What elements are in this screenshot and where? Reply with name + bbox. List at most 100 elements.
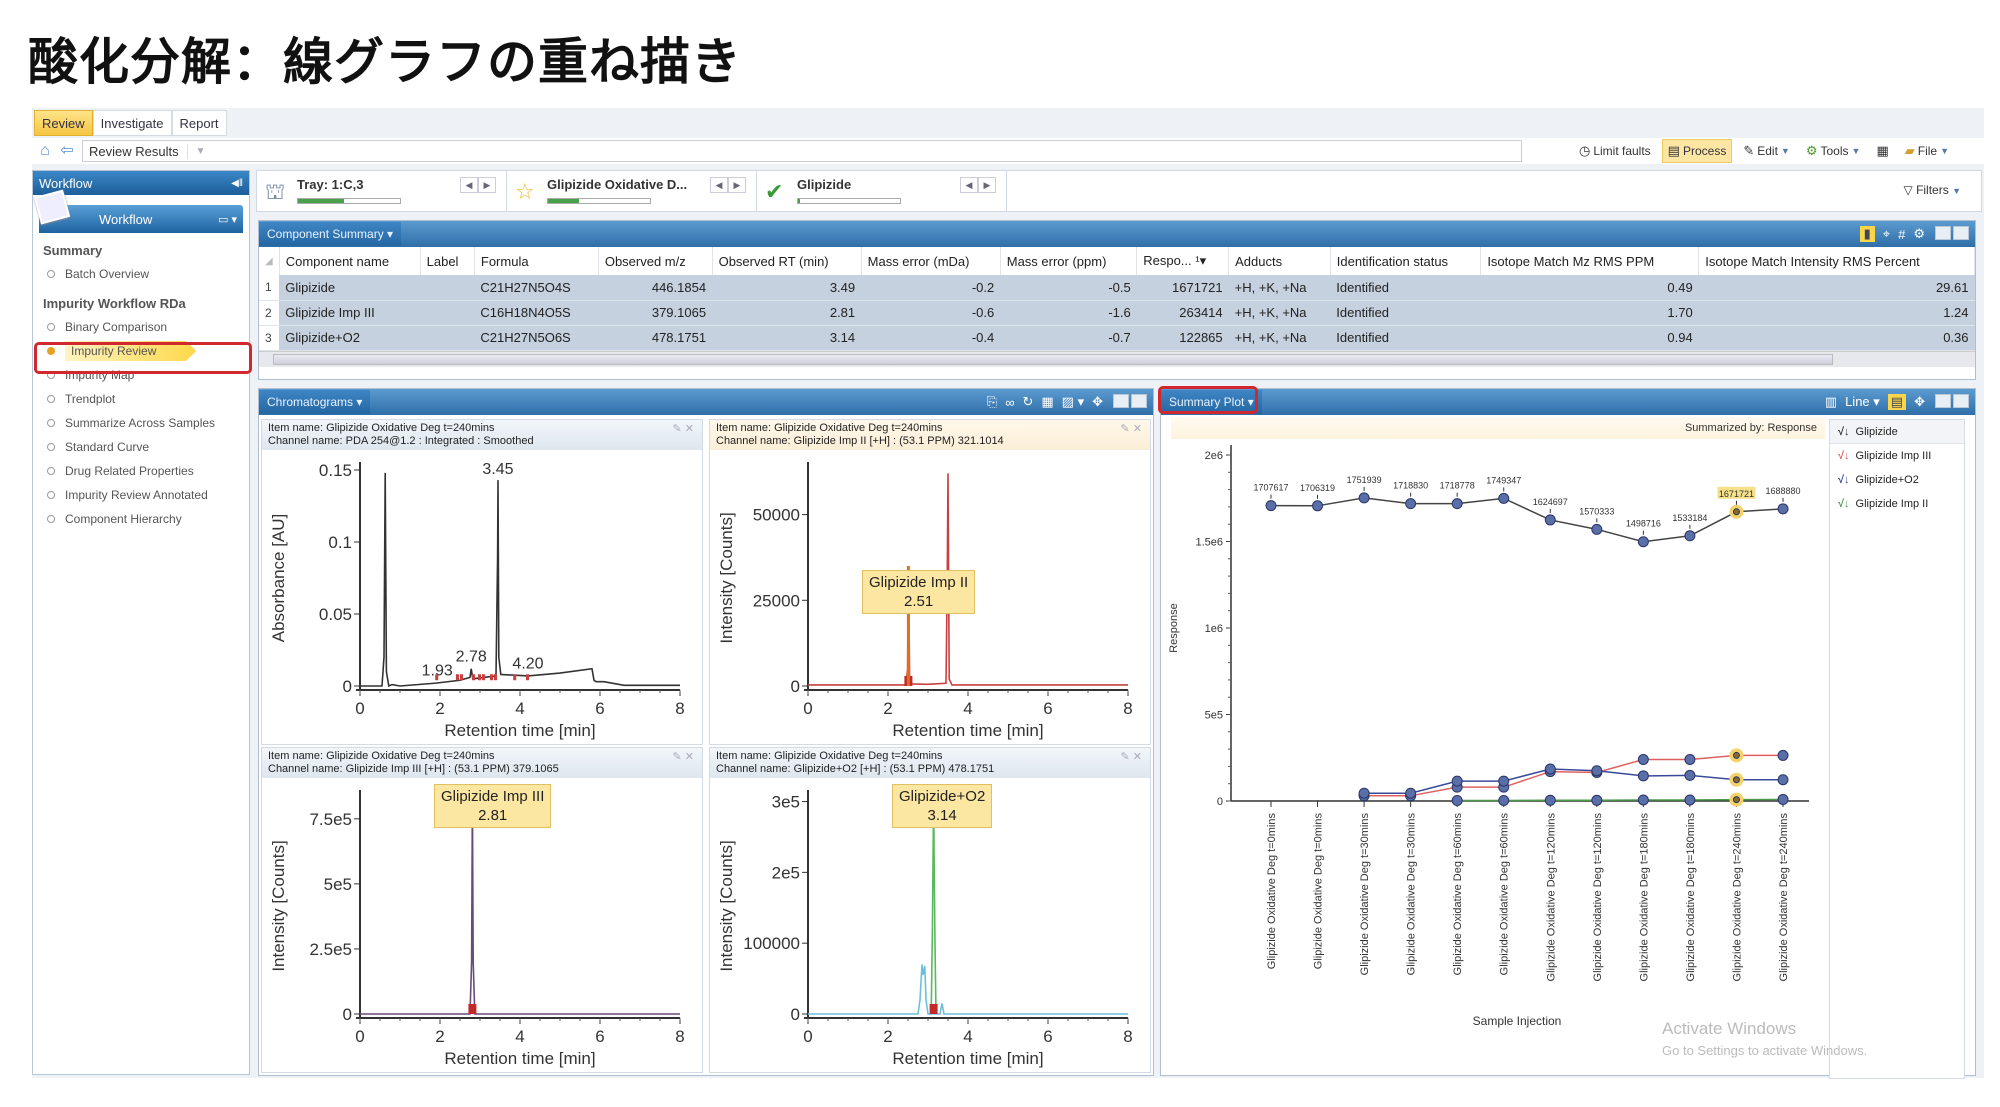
sidebar-title[interactable]: Workflow [39, 176, 92, 191]
data-point[interactable] [1405, 498, 1417, 510]
tag-icon[interactable]: ⌖ [1883, 226, 1890, 242]
data-point[interactable] [1637, 536, 1649, 548]
column-header[interactable]: Formula [474, 247, 599, 275]
sidebar-item-binary-comparison[interactable]: Binary Comparison [39, 315, 243, 339]
pin-close-icon[interactable]: ✎ ✕ [673, 423, 695, 436]
filters-button[interactable]: ▽ Filters ▼ [1904, 183, 1962, 197]
tab-review[interactable]: Review [34, 110, 93, 136]
table-row[interactable]: 2 Glipizide Imp III C16H18N4O5S 379.1065 2.8… [259, 300, 1975, 326]
process-button[interactable]: ▤ Process [1661, 139, 1733, 163]
column-header[interactable]: Mass error (mDa) [861, 247, 1001, 275]
column-header[interactable]: Identification status [1330, 247, 1482, 275]
sample-selector[interactable]: ☆ Glipizide Oxidative D... ◀ ▶ [507, 171, 757, 211]
sidebar-item-standard-curve[interactable]: Standard Curve [39, 435, 243, 459]
legend-item[interactable]: √↓ Glipizide [1830, 420, 1964, 444]
data-point[interactable] [1732, 776, 1740, 784]
data-point[interactable] [1498, 794, 1510, 806]
sidebar-item-trendplot[interactable]: Trendplot [39, 387, 243, 411]
chart-options-icon[interactable]: ▨ ▾ [1062, 394, 1084, 410]
data-point[interactable] [1732, 796, 1740, 804]
breadcrumb-review-results[interactable]: Review Results [89, 143, 188, 159]
table-icon[interactable]: ▦ [1041, 394, 1053, 410]
chevron-down-icon[interactable]: ▼ [196, 146, 206, 157]
sidebar-item-component-hierarchy[interactable]: Component Hierarchy [39, 507, 243, 531]
tools-button[interactable]: ⚙ Tools ▼ [1801, 140, 1866, 162]
data-point[interactable] [1637, 794, 1649, 806]
component-selector[interactable]: ✔ Glipizide ◀ ▶ [757, 171, 1007, 211]
next-button[interactable]: ▶ [978, 177, 996, 193]
peak-callout[interactable]: Glipizide Imp II 2.51 [862, 570, 976, 614]
tray-selector[interactable]: ⛫ Tray: 1:C,3 ◀ ▶ [257, 171, 507, 211]
column-header[interactable]: Mass error (ppm) [1000, 247, 1138, 275]
prev-button[interactable]: ◀ [710, 177, 728, 193]
data-point[interactable] [1451, 775, 1463, 787]
next-button[interactable]: ▶ [728, 177, 746, 193]
legend-item[interactable]: √↓ Glipizide+O2 [1830, 468, 1964, 492]
plot-type-select[interactable]: Line ▾ [1845, 394, 1880, 410]
data-point[interactable] [1684, 794, 1696, 806]
peak-callout[interactable]: Glipizide+O2 3.14 [892, 784, 993, 828]
data-point[interactable] [1312, 500, 1324, 512]
horizontal-scrollbar[interactable] [259, 350, 1975, 367]
data-point[interactable] [1265, 500, 1277, 512]
data-point[interactable] [1637, 770, 1649, 782]
data-point[interactable] [1358, 787, 1370, 799]
data-point[interactable] [1777, 774, 1789, 786]
chromatogram-pane[interactable]: Item name: Glipizide Oxidative Deg t=240… [709, 747, 1151, 1073]
data-point[interactable] [1732, 751, 1740, 759]
column-header[interactable]: Adducts [1228, 247, 1331, 275]
data-point[interactable] [1544, 763, 1556, 775]
data-point[interactable] [1684, 769, 1696, 781]
pin-close-icon[interactable]: ✎ ✕ [1121, 751, 1143, 764]
data-point[interactable] [1777, 503, 1789, 515]
data-point[interactable] [1358, 492, 1370, 504]
data-point[interactable] [1498, 492, 1510, 504]
data-point[interactable] [1591, 765, 1603, 777]
data-point[interactable] [1405, 787, 1417, 799]
maximize-button[interactable] [1953, 393, 1969, 408]
column-header[interactable]: Respo... ¹▾ [1136, 247, 1230, 275]
bar-chart-icon[interactable]: ▥ [1825, 394, 1837, 410]
minimize-button[interactable] [1935, 225, 1951, 240]
tab-investigate[interactable]: Investigate [92, 110, 172, 136]
data-point[interactable] [1684, 753, 1696, 765]
home-icon[interactable]: ⌂ [36, 142, 54, 160]
move-icon[interactable]: ✥ [1914, 394, 1925, 410]
table-row[interactable]: 3 Glipizide+O2 C21H27N5O6S 478.1751 3.14 -0.4… [259, 325, 1975, 351]
column-header[interactable]: Isotope Match Mz RMS PPM [1480, 247, 1700, 275]
legend-item[interactable]: √↓ Glipizide Imp II [1830, 492, 1964, 516]
prev-button[interactable]: ◀ [460, 177, 478, 193]
data-point[interactable] [1684, 530, 1696, 542]
minimize-button[interactable] [1113, 393, 1129, 408]
peak-callout[interactable]: Glipizide Imp III 2.81 [434, 784, 552, 828]
column-header[interactable]: Component name [279, 247, 421, 275]
data-point[interactable] [1637, 753, 1649, 765]
pin-close-icon[interactable]: ✎ ✕ [1121, 423, 1143, 436]
column-header[interactable]: Label [420, 247, 475, 275]
tab-report[interactable]: Report [171, 110, 227, 136]
collapse-sidebar-icon[interactable]: ◀‖ [231, 178, 243, 189]
maximize-button[interactable] [1953, 225, 1969, 240]
component-summary-title[interactable]: Component Summary ▾ [259, 222, 402, 246]
data-point[interactable] [1777, 793, 1789, 805]
edit-button[interactable]: ✎ Edit ▼ [1738, 140, 1795, 162]
sidebar-item-summarize-across-samples[interactable]: Summarize Across Samples [39, 411, 243, 435]
thermometer-icon[interactable]: ▮ [1859, 226, 1875, 242]
hash-icon[interactable]: # [1898, 227, 1905, 242]
data-point[interactable] [1591, 794, 1603, 806]
pin-close-icon[interactable]: ✎ ✕ [673, 751, 695, 764]
breadcrumb[interactable]: Review Results ▼ [82, 140, 1522, 162]
file-button[interactable]: ▰ File ▼ [1900, 140, 1954, 162]
select-all-corner[interactable]: ◢ [259, 247, 280, 275]
chromatogram-pane[interactable]: Item name: Glipizide Oxidative Deg t=240… [261, 747, 703, 1073]
column-header[interactable]: Observed m/z [598, 247, 713, 275]
link-icon[interactable]: ∞ [1005, 395, 1014, 410]
data-point[interactable] [1498, 775, 1510, 787]
sidebar-item-impurity-review-annotated[interactable]: Impurity Review Annotated [39, 483, 243, 507]
sidebar-item-drug-related-properties[interactable]: Drug Related Properties [39, 459, 243, 483]
legend-item[interactable]: √↓ Glipizide Imp III [1830, 444, 1964, 468]
data-point[interactable] [1777, 749, 1789, 761]
maximize-button[interactable] [1131, 393, 1147, 408]
layout-button[interactable]: ▦ [1871, 140, 1893, 162]
export-icon[interactable]: ⎘ [987, 394, 997, 410]
